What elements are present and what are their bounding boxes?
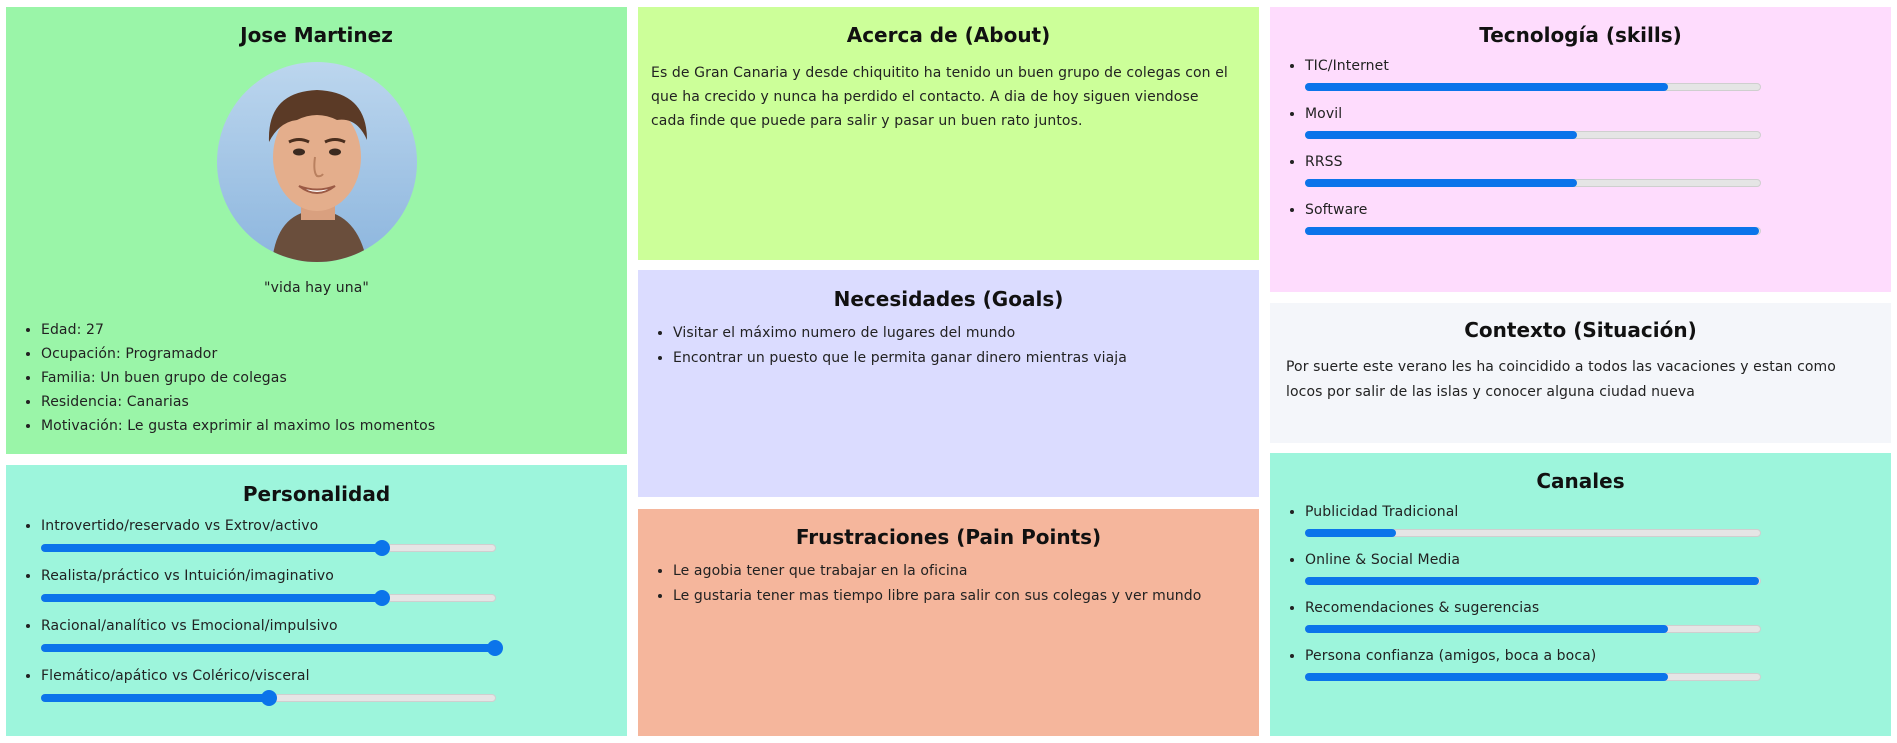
- skill-label: Movil: [1305, 106, 1343, 122]
- personality-list: Introvertido/reservado vs Extrov/activo …: [6, 516, 627, 716]
- skill-bar-fill: [1305, 83, 1669, 91]
- skill-item: RRSS: [1305, 152, 1891, 200]
- detail-motivation: Motivación: Le gusta exprimir al maximo …: [41, 414, 435, 438]
- trait-label: Racional/analítico vs Emocional/impulsiv…: [41, 618, 338, 634]
- personality-title: Personalidad: [242, 482, 391, 506]
- trait-slider[interactable]: [41, 640, 503, 656]
- trait-slider-fill: [41, 644, 494, 652]
- skill-bar-fill: [1305, 227, 1759, 235]
- persona-quote: "vida hay una": [264, 280, 369, 296]
- trait-item: Introvertido/reservado vs Extrov/activo: [41, 516, 627, 566]
- trait-slider[interactable]: [41, 540, 496, 556]
- channel-bar: [1305, 529, 1761, 537]
- detail-occupation: Ocupación: Programador: [41, 342, 435, 366]
- skill-label: TIC/Internet: [1305, 58, 1389, 74]
- detail-family: Familia: Un buen grupo de colegas: [41, 366, 435, 390]
- goal-item: Visitar el máximo numero de lugares del …: [673, 321, 1259, 346]
- pain-points-card: Frustraciones (Pain Points) Le agobia te…: [638, 509, 1259, 736]
- persona-details-list: Edad: 27 Ocupación: Programador Familia:…: [6, 318, 435, 438]
- trait-item: Flemático/apático vs Colérico/visceral: [41, 666, 627, 716]
- context-card: Contexto (Situación) Por suerte este ver…: [1270, 303, 1891, 443]
- trait-slider-thumb[interactable]: [373, 590, 390, 606]
- about-card: Acerca de (About) Es de Gran Canaria y d…: [638, 7, 1259, 260]
- detail-residence: Residencia: Canarias: [41, 390, 435, 414]
- pain-points-list: Le agobia tener que trabajar en la ofici…: [638, 559, 1259, 609]
- skill-bar-fill: [1305, 179, 1578, 187]
- channel-item: Recomendaciones & sugerencias: [1305, 598, 1891, 646]
- trait-item: Realista/práctico vs Intuición/imaginati…: [41, 566, 627, 616]
- channel-item: Persona confianza (amigos, boca a boca): [1305, 646, 1891, 694]
- trait-slider-fill: [41, 544, 381, 552]
- personality-card: Personalidad Introvertido/reservado vs E…: [6, 465, 627, 736]
- skill-bar-fill: [1305, 131, 1578, 139]
- skills-title: Tecnología (skills): [1479, 23, 1682, 47]
- channel-label: Persona confianza (amigos, boca a boca): [1305, 648, 1597, 664]
- goals-title: Necesidades (Goals): [833, 287, 1064, 311]
- channel-label: Publicidad Tradicional: [1305, 504, 1459, 520]
- skill-bar: [1305, 83, 1761, 91]
- skill-bar: [1305, 131, 1761, 139]
- avatar: [217, 62, 417, 262]
- channels-card: Canales Publicidad Tradicional Online & …: [1270, 453, 1891, 736]
- context-text: Por suerte este verano les ha coincidido…: [1286, 359, 1836, 400]
- skill-label: Software: [1305, 202, 1368, 218]
- skill-item: TIC/Internet: [1305, 56, 1891, 104]
- channel-bar: [1305, 625, 1761, 633]
- pain-points-title: Frustraciones (Pain Points): [795, 525, 1102, 549]
- channel-bar-fill: [1305, 577, 1759, 585]
- channels-list: Publicidad Tradicional Online & Social M…: [1270, 502, 1891, 694]
- trait-label: Flemático/apático vs Colérico/visceral: [41, 668, 310, 684]
- channels-title: Canales: [1536, 469, 1625, 493]
- skills-card: Tecnología (skills) TIC/Internet Movil R…: [1270, 7, 1891, 292]
- goals-card: Necesidades (Goals) Visitar el máximo nu…: [638, 270, 1259, 497]
- channel-label: Recomendaciones & sugerencias: [1305, 600, 1540, 616]
- skill-item: Software: [1305, 200, 1891, 248]
- trait-label: Realista/práctico vs Intuición/imaginati…: [41, 568, 334, 584]
- pain-point-item: Le gustaria tener mas tiempo libre para …: [673, 584, 1259, 609]
- trait-slider-fill: [41, 594, 381, 602]
- context-title: Contexto (Situación): [1464, 318, 1697, 342]
- profile-card: Jose Martinez "vida hay una" Edad: 27 Oc: [6, 7, 627, 454]
- channel-bar-fill: [1305, 529, 1396, 537]
- channel-bar: [1305, 577, 1761, 585]
- skill-label: RRSS: [1305, 154, 1343, 170]
- about-title: Acerca de (About): [846, 23, 1051, 47]
- about-text: Es de Gran Canaria y desde chiquitito ha…: [651, 65, 1228, 129]
- goal-item: Encontrar un puesto que le permita ganar…: [673, 346, 1259, 371]
- trait-item: Racional/analítico vs Emocional/impulsiv…: [41, 616, 627, 666]
- trait-slider-fill: [41, 694, 268, 702]
- channel-item: Publicidad Tradicional: [1305, 502, 1891, 550]
- trait-slider-thumb[interactable]: [260, 690, 277, 706]
- trait-slider[interactable]: [41, 690, 496, 706]
- trait-slider-thumb[interactable]: [487, 640, 503, 656]
- skill-bar: [1305, 227, 1761, 235]
- trait-slider-thumb[interactable]: [373, 540, 390, 556]
- channel-bar: [1305, 673, 1761, 681]
- trait-label: Introvertido/reservado vs Extrov/activo: [41, 518, 319, 534]
- persona-name: Jose Martinez: [240, 23, 393, 47]
- channel-bar-fill: [1305, 673, 1669, 681]
- goals-list: Visitar el máximo numero de lugares del …: [638, 321, 1259, 371]
- channel-item: Online & Social Media: [1305, 550, 1891, 598]
- pain-point-item: Le agobia tener que trabajar en la ofici…: [673, 559, 1259, 584]
- skills-list: TIC/Internet Movil RRSS Software: [1270, 56, 1891, 248]
- skill-bar: [1305, 179, 1761, 187]
- trait-slider[interactable]: [41, 590, 496, 606]
- skill-item: Movil: [1305, 104, 1891, 152]
- channel-bar-fill: [1305, 625, 1669, 633]
- detail-age: Edad: 27: [41, 318, 435, 342]
- channel-label: Online & Social Media: [1305, 552, 1461, 568]
